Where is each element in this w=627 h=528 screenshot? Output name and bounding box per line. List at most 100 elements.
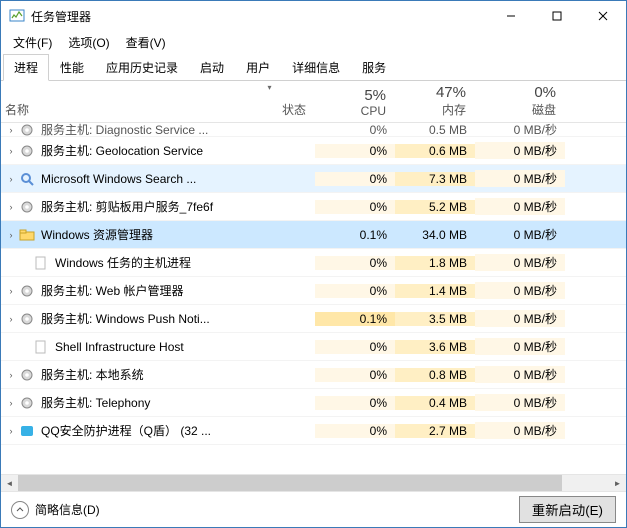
process-name-cell: › 服务主机: Telephony bbox=[1, 394, 225, 411]
tabbar: 进程 性能 应用历史记录 启动 用户 详细信息 服务 bbox=[1, 53, 626, 81]
cpu-cell: 0% bbox=[315, 396, 395, 410]
process-row[interactable]: ›服务主机: Diagnostic Service ...0%0.5 MB0 M… bbox=[1, 123, 626, 137]
expand-icon[interactable]: › bbox=[5, 201, 17, 213]
gear-icon bbox=[19, 199, 35, 215]
process-name: 服务主机: 本地系统 bbox=[41, 366, 144, 383]
process-row[interactable]: ›服务主机: Windows Push Noti...0.1%3.5 MB0 M… bbox=[1, 305, 626, 333]
tab-history[interactable]: 应用历史记录 bbox=[95, 54, 189, 81]
col-header-status[interactable]: ▾ 状态 bbox=[225, 81, 315, 122]
col-header-memory[interactable]: 47% 内存 bbox=[395, 81, 475, 122]
scroll-track[interactable] bbox=[18, 475, 609, 491]
expand-icon[interactable]: › bbox=[5, 313, 17, 325]
restart-button[interactable]: 重新启动(E) bbox=[519, 496, 616, 523]
disk-cell: 0 MB/秒 bbox=[475, 226, 565, 243]
gear-icon bbox=[19, 395, 35, 411]
scroll-right-icon[interactable]: ► bbox=[609, 475, 626, 492]
process-name-cell: Shell Infrastructure Host bbox=[1, 339, 225, 355]
app-icon bbox=[9, 8, 25, 24]
process-row[interactable]: Shell Infrastructure Host 0%3.6 MB0 MB/秒 bbox=[1, 333, 626, 361]
titlebar: 任务管理器 bbox=[1, 1, 626, 31]
gear-icon bbox=[19, 367, 35, 383]
menu-file[interactable]: 文件(F) bbox=[7, 32, 58, 53]
tab-users[interactable]: 用户 bbox=[235, 54, 281, 81]
process-row[interactable]: › 服务主机: 本地系统 0%0.8 MB0 MB/秒 bbox=[1, 361, 626, 389]
disk-cell: 0 MB/秒 bbox=[475, 123, 565, 138]
close-button[interactable] bbox=[580, 1, 626, 31]
memory-cell: 0.4 MB bbox=[395, 396, 475, 410]
process-name-cell: › 服务主机: Geolocation Service bbox=[1, 142, 225, 159]
disk-cell: 0 MB/秒 bbox=[475, 366, 565, 383]
tab-processes[interactable]: 进程 bbox=[3, 54, 49, 81]
tab-performance[interactable]: 性能 bbox=[49, 54, 95, 81]
memory-cell: 3.5 MB bbox=[395, 312, 475, 326]
disk-cell: 0 MB/秒 bbox=[475, 254, 565, 271]
expand-icon[interactable]: › bbox=[5, 369, 17, 381]
minimize-button[interactable] bbox=[488, 1, 534, 31]
process-row[interactable]: › 服务主机: Web 帐户管理器 0%1.4 MB0 MB/秒 bbox=[1, 277, 626, 305]
disk-cell: 0 MB/秒 bbox=[475, 198, 565, 215]
sort-indicator-icon: ▾ bbox=[267, 83, 271, 92]
menu-options[interactable]: 选项(O) bbox=[62, 32, 115, 53]
scroll-left-icon[interactable]: ◄ bbox=[1, 475, 18, 492]
tab-startup[interactable]: 启动 bbox=[189, 54, 235, 81]
cpu-cell: 0% bbox=[315, 368, 395, 382]
search-icon bbox=[19, 171, 35, 187]
memory-cell: 5.2 MB bbox=[395, 200, 475, 214]
col-header-disk[interactable]: 0% 磁盘 bbox=[475, 81, 565, 122]
gear-icon bbox=[19, 123, 35, 138]
process-name-cell: Windows 任务的主机进程 bbox=[1, 254, 225, 271]
disk-cell: 0 MB/秒 bbox=[475, 338, 565, 355]
process-row[interactable]: ›服务主机: Geolocation Service0%0.6 MB0 MB/秒 bbox=[1, 137, 626, 165]
expand-icon[interactable]: › bbox=[5, 285, 17, 297]
process-row[interactable]: ›Microsoft Windows Search ...0%7.3 MB0 M… bbox=[1, 165, 626, 193]
memory-cell: 1.4 MB bbox=[395, 284, 475, 298]
process-row[interactable]: ›服务主机: Telephony0%0.4 MB0 MB/秒 bbox=[1, 389, 626, 417]
fewer-details-label[interactable]: 简略信息(D) bbox=[35, 501, 100, 518]
menu-view[interactable]: 查看(V) bbox=[120, 32, 172, 53]
cpu-cell: 0% bbox=[315, 424, 395, 438]
expand-icon[interactable]: › bbox=[5, 173, 17, 185]
memory-cell: 34.0 MB bbox=[395, 228, 475, 242]
expand-spacer bbox=[5, 257, 17, 269]
process-row[interactable]: Windows 任务的主机进程0%1.8 MB0 MB/秒 bbox=[1, 249, 626, 277]
maximize-button[interactable] bbox=[534, 1, 580, 31]
process-name: 服务主机: Geolocation Service bbox=[41, 142, 203, 159]
disk-cell: 0 MB/秒 bbox=[475, 170, 565, 187]
process-name: 服务主机: Telephony bbox=[41, 394, 150, 411]
process-row[interactable]: ›QQ安全防护进程（Q盾） (32 ...0%2.7 MB0 MB/秒 bbox=[1, 417, 626, 445]
cpu-cell: 0% bbox=[315, 340, 395, 354]
horizontal-scrollbar[interactable]: ◄ ► bbox=[1, 474, 626, 491]
expand-icon[interactable]: › bbox=[5, 145, 17, 157]
process-name: 服务主机: Diagnostic Service ... bbox=[41, 123, 208, 138]
expand-icon[interactable]: › bbox=[5, 229, 17, 241]
blank-icon bbox=[33, 255, 49, 271]
memory-cell: 0.6 MB bbox=[395, 144, 475, 158]
process-name: 服务主机: Web 帐户管理器 bbox=[41, 282, 183, 299]
memory-cell: 1.8 MB bbox=[395, 256, 475, 270]
cpu-cell: 0% bbox=[315, 284, 395, 298]
memory-cell: 0.8 MB bbox=[395, 368, 475, 382]
process-name-cell: ›Windows 资源管理器 bbox=[1, 226, 225, 243]
tab-services[interactable]: 服务 bbox=[351, 54, 397, 81]
disk-cell: 0 MB/秒 bbox=[475, 282, 565, 299]
memory-cell: 2.7 MB bbox=[395, 424, 475, 438]
gear-icon bbox=[19, 283, 35, 299]
col-header-cpu[interactable]: 5% CPU bbox=[315, 81, 395, 122]
expand-icon[interactable]: › bbox=[5, 397, 17, 409]
process-row[interactable]: ›Windows 资源管理器 0.1%34.0 MB0 MB/秒 bbox=[1, 221, 626, 249]
expand-icon[interactable]: › bbox=[5, 425, 17, 437]
process-row[interactable]: ›服务主机: 剪贴板用户服务_7fe6f0%5.2 MB0 MB/秒 bbox=[1, 193, 626, 221]
fewer-details-icon[interactable] bbox=[11, 501, 29, 519]
process-name-cell: › 服务主机: 本地系统 bbox=[1, 366, 225, 383]
disk-cell: 0 MB/秒 bbox=[475, 310, 565, 327]
menubar: 文件(F) 选项(O) 查看(V) bbox=[1, 31, 626, 53]
disk-cell: 0 MB/秒 bbox=[475, 422, 565, 439]
scroll-thumb[interactable] bbox=[18, 475, 562, 491]
expand-icon[interactable]: › bbox=[5, 124, 17, 136]
process-list: ›服务主机: Diagnostic Service ...0%0.5 MB0 M… bbox=[1, 123, 626, 474]
col-header-name[interactable]: 名称 bbox=[1, 81, 225, 122]
tab-details[interactable]: 详细信息 bbox=[281, 54, 351, 81]
cpu-cell: 0% bbox=[315, 200, 395, 214]
memory-cell: 3.6 MB bbox=[395, 340, 475, 354]
cpu-cell: 0.1% bbox=[315, 228, 395, 242]
